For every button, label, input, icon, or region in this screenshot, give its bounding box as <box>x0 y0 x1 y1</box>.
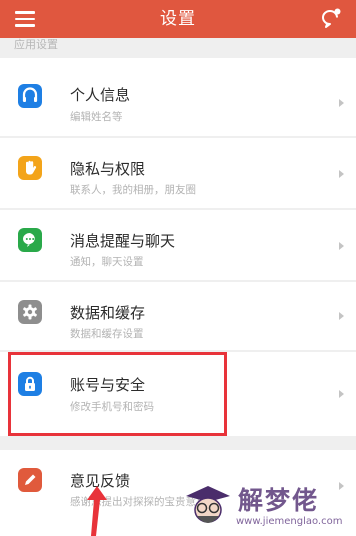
chevron-right-icon <box>339 242 344 250</box>
settings-item-account-security[interactable]: 账号与安全 修改手机号和密码 <box>0 352 356 436</box>
person-icon <box>18 84 42 108</box>
watermark-url: www.jiemenglao.com <box>236 516 343 527</box>
item-label: 账号与安全 <box>70 376 146 394</box>
item-subtitle: 数据和缓存设置 <box>70 328 144 340</box>
chevron-right-icon <box>339 312 344 320</box>
chevron-right-icon <box>339 99 344 107</box>
settings-item-notifications-chat[interactable]: 消息提醒与聊天 通知，聊天设置 <box>0 210 356 280</box>
page-title: 设置 <box>160 9 196 29</box>
item-subtitle: 修改手机号和密码 <box>70 401 154 413</box>
pencil-icon <box>18 468 42 492</box>
settings-item-personal-info[interactable]: 个人信息 编辑姓名等 <box>0 58 356 136</box>
item-subtitle: 编辑姓名等 <box>70 111 123 123</box>
item-subtitle: 通知，聊天设置 <box>70 256 144 268</box>
hand-icon <box>18 156 42 180</box>
watermark: 解梦佬 www.jiemenglao.com <box>180 472 356 536</box>
settings-item-privacy[interactable]: 隐私与权限 联系人，我的相册，朋友圈 <box>0 138 356 208</box>
settings-item-data-cache[interactable]: 数据和缓存 数据和缓存设置 <box>0 282 356 350</box>
item-label: 个人信息 <box>70 86 131 104</box>
item-label: 消息提醒与聊天 <box>70 232 176 250</box>
chat-bubble-icon[interactable] <box>320 8 342 28</box>
watermark-logo-icon <box>186 486 230 523</box>
top-bar: 设置 <box>0 0 356 38</box>
watermark-name: 解梦佬 <box>238 486 320 515</box>
gear-icon <box>18 300 42 324</box>
red-arrow-annotation <box>87 486 107 536</box>
section-label: 应用设置 <box>14 38 58 51</box>
chat-icon <box>18 228 42 252</box>
item-label: 数据和缓存 <box>70 304 146 322</box>
chevron-right-icon <box>339 390 344 398</box>
chevron-right-icon <box>339 170 344 178</box>
item-label: 隐私与权限 <box>70 160 146 178</box>
lock-icon <box>18 372 42 396</box>
item-subtitle: 联系人，我的相册，朋友圈 <box>70 184 196 196</box>
